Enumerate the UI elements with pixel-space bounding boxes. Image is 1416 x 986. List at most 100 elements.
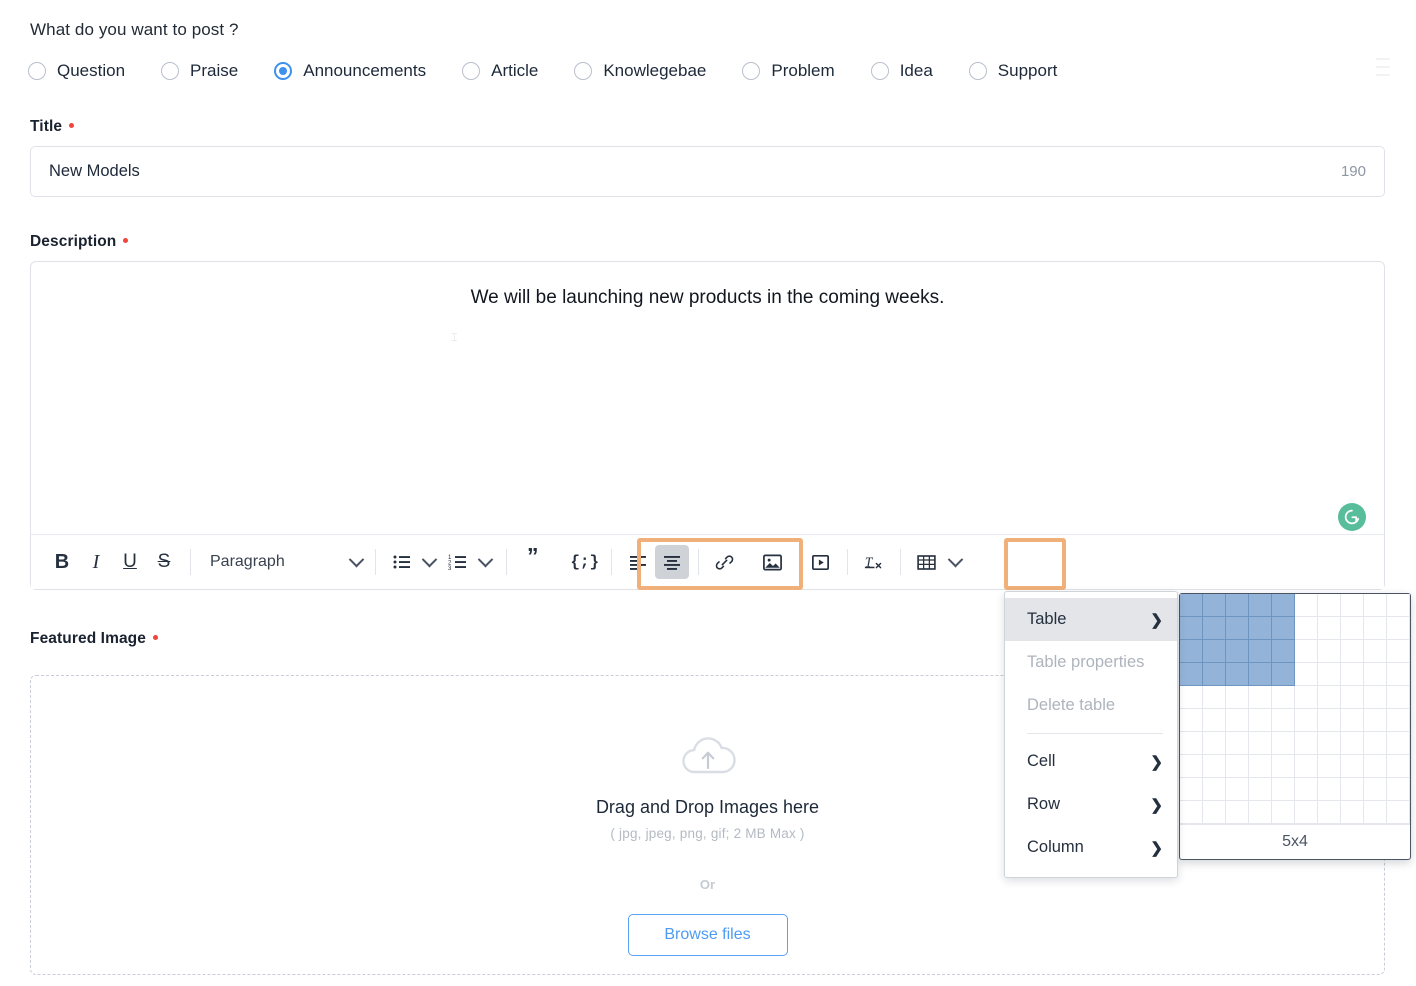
table-size-cell[interactable] [1295,732,1318,755]
table-size-cell[interactable] [1203,709,1226,732]
table-size-cell[interactable] [1318,778,1341,801]
table-size-cell[interactable] [1226,778,1249,801]
table-size-cell[interactable] [1387,594,1410,617]
table-size-cell[interactable] [1387,709,1410,732]
table-size-cell[interactable] [1249,617,1272,640]
italic-button[interactable]: I [79,545,113,579]
table-size-cell[interactable] [1249,663,1272,686]
table-size-cell[interactable] [1249,594,1272,617]
table-size-cell[interactable] [1295,801,1318,824]
blockquote-button[interactable]: ” [516,545,550,579]
table-size-cell[interactable] [1203,755,1226,778]
table-size-cell[interactable] [1249,709,1272,732]
table-size-cell[interactable] [1341,594,1364,617]
table-size-cell[interactable] [1180,663,1203,686]
image-button[interactable] [756,545,790,579]
table-size-cell[interactable] [1203,640,1226,663]
table-size-cell[interactable] [1341,732,1364,755]
radio-option-support[interactable]: Support [968,61,1057,81]
table-size-cell[interactable] [1295,778,1318,801]
align-left-button[interactable] [621,545,655,579]
table-size-cell[interactable] [1295,617,1318,640]
table-size-cell[interactable] [1272,617,1295,640]
table-size-cell[interactable] [1318,640,1341,663]
table-size-cell[interactable] [1226,709,1249,732]
grammarly-icon[interactable] [1338,503,1366,531]
table-size-cell[interactable] [1387,663,1410,686]
table-size-cell[interactable] [1341,755,1364,778]
table-size-cell[interactable] [1180,594,1203,617]
table-size-cell[interactable] [1387,778,1410,801]
radio-option-question[interactable]: Question [28,61,125,81]
paragraph-style-select[interactable]: Paragraph [200,551,366,571]
table-size-cell[interactable] [1226,755,1249,778]
numbered-list-dropdown[interactable] [475,545,497,579]
table-size-cell[interactable] [1203,801,1226,824]
description-editor-body[interactable]: We will be launching new products in the… [31,262,1384,536]
table-size-cell[interactable] [1249,778,1272,801]
table-size-cell[interactable] [1364,663,1387,686]
table-size-cell[interactable] [1364,801,1387,824]
radio-option-idea[interactable]: Idea [870,61,933,81]
radio-icon[interactable] [28,62,46,80]
strikethrough-button[interactable]: S [147,545,181,579]
title-input[interactable]: New Models 190 [30,146,1385,197]
radio-icon[interactable] [968,62,987,80]
radio-option-knowlegebae[interactable]: Knowlegebae [574,61,706,81]
table-size-cell[interactable] [1341,640,1364,663]
table-size-cell[interactable] [1318,663,1341,686]
menu-item-row[interactable]: Row ❯ [1005,783,1177,826]
table-size-cell[interactable] [1249,686,1272,709]
clear-formatting-button[interactable]: T [857,545,891,579]
table-size-cell[interactable] [1180,640,1203,663]
table-size-cell[interactable] [1203,686,1226,709]
table-size-cell[interactable] [1318,709,1341,732]
table-size-cell[interactable] [1203,594,1226,617]
table-size-cell[interactable] [1272,686,1295,709]
table-size-cell[interactable] [1272,801,1295,824]
table-size-cell[interactable] [1203,778,1226,801]
radio-icon[interactable] [574,62,593,80]
table-size-cell[interactable] [1364,640,1387,663]
radio-icon[interactable] [161,62,180,80]
table-size-cell[interactable] [1226,617,1249,640]
bullet-list-dropdown[interactable] [419,545,441,579]
bold-button[interactable]: B [45,545,79,579]
table-size-cell[interactable] [1272,709,1295,732]
menu-item-cell[interactable]: Cell ❯ [1005,740,1177,783]
table-size-cell[interactable] [1180,801,1203,824]
table-size-cell[interactable] [1180,755,1203,778]
table-size-cell[interactable] [1364,732,1387,755]
table-size-cell[interactable] [1180,686,1203,709]
table-size-cell[interactable] [1318,755,1341,778]
table-size-cell[interactable] [1226,801,1249,824]
video-button[interactable] [804,545,838,579]
table-dropdown-button[interactable] [944,545,968,579]
table-size-cell[interactable] [1249,640,1272,663]
table-size-cell[interactable] [1341,617,1364,640]
table-size-cell[interactable] [1226,663,1249,686]
table-size-cell[interactable] [1272,640,1295,663]
table-size-cell[interactable] [1295,709,1318,732]
table-size-cell[interactable] [1295,686,1318,709]
table-size-cell[interactable] [1180,617,1203,640]
table-size-cell[interactable] [1318,686,1341,709]
align-center-button[interactable] [654,545,689,579]
table-size-cell[interactable] [1180,709,1203,732]
radio-option-problem[interactable]: Problem [742,61,835,81]
bullet-list-button[interactable] [385,545,419,579]
table-size-cell[interactable] [1364,617,1387,640]
table-size-cell[interactable] [1364,755,1387,778]
table-size-cell[interactable] [1364,686,1387,709]
table-size-cell[interactable] [1249,801,1272,824]
table-size-cell[interactable] [1272,594,1295,617]
table-size-cell[interactable] [1180,732,1203,755]
table-size-cell[interactable] [1295,594,1318,617]
table-size-cell[interactable] [1318,617,1341,640]
table-size-cell[interactable] [1180,778,1203,801]
table-size-cell[interactable] [1272,778,1295,801]
code-button[interactable]: {;} [568,545,602,579]
table-button[interactable] [910,545,944,579]
menu-item-column[interactable]: Column ❯ [1005,826,1177,869]
radio-option-announcements[interactable]: Announcements [274,61,426,81]
